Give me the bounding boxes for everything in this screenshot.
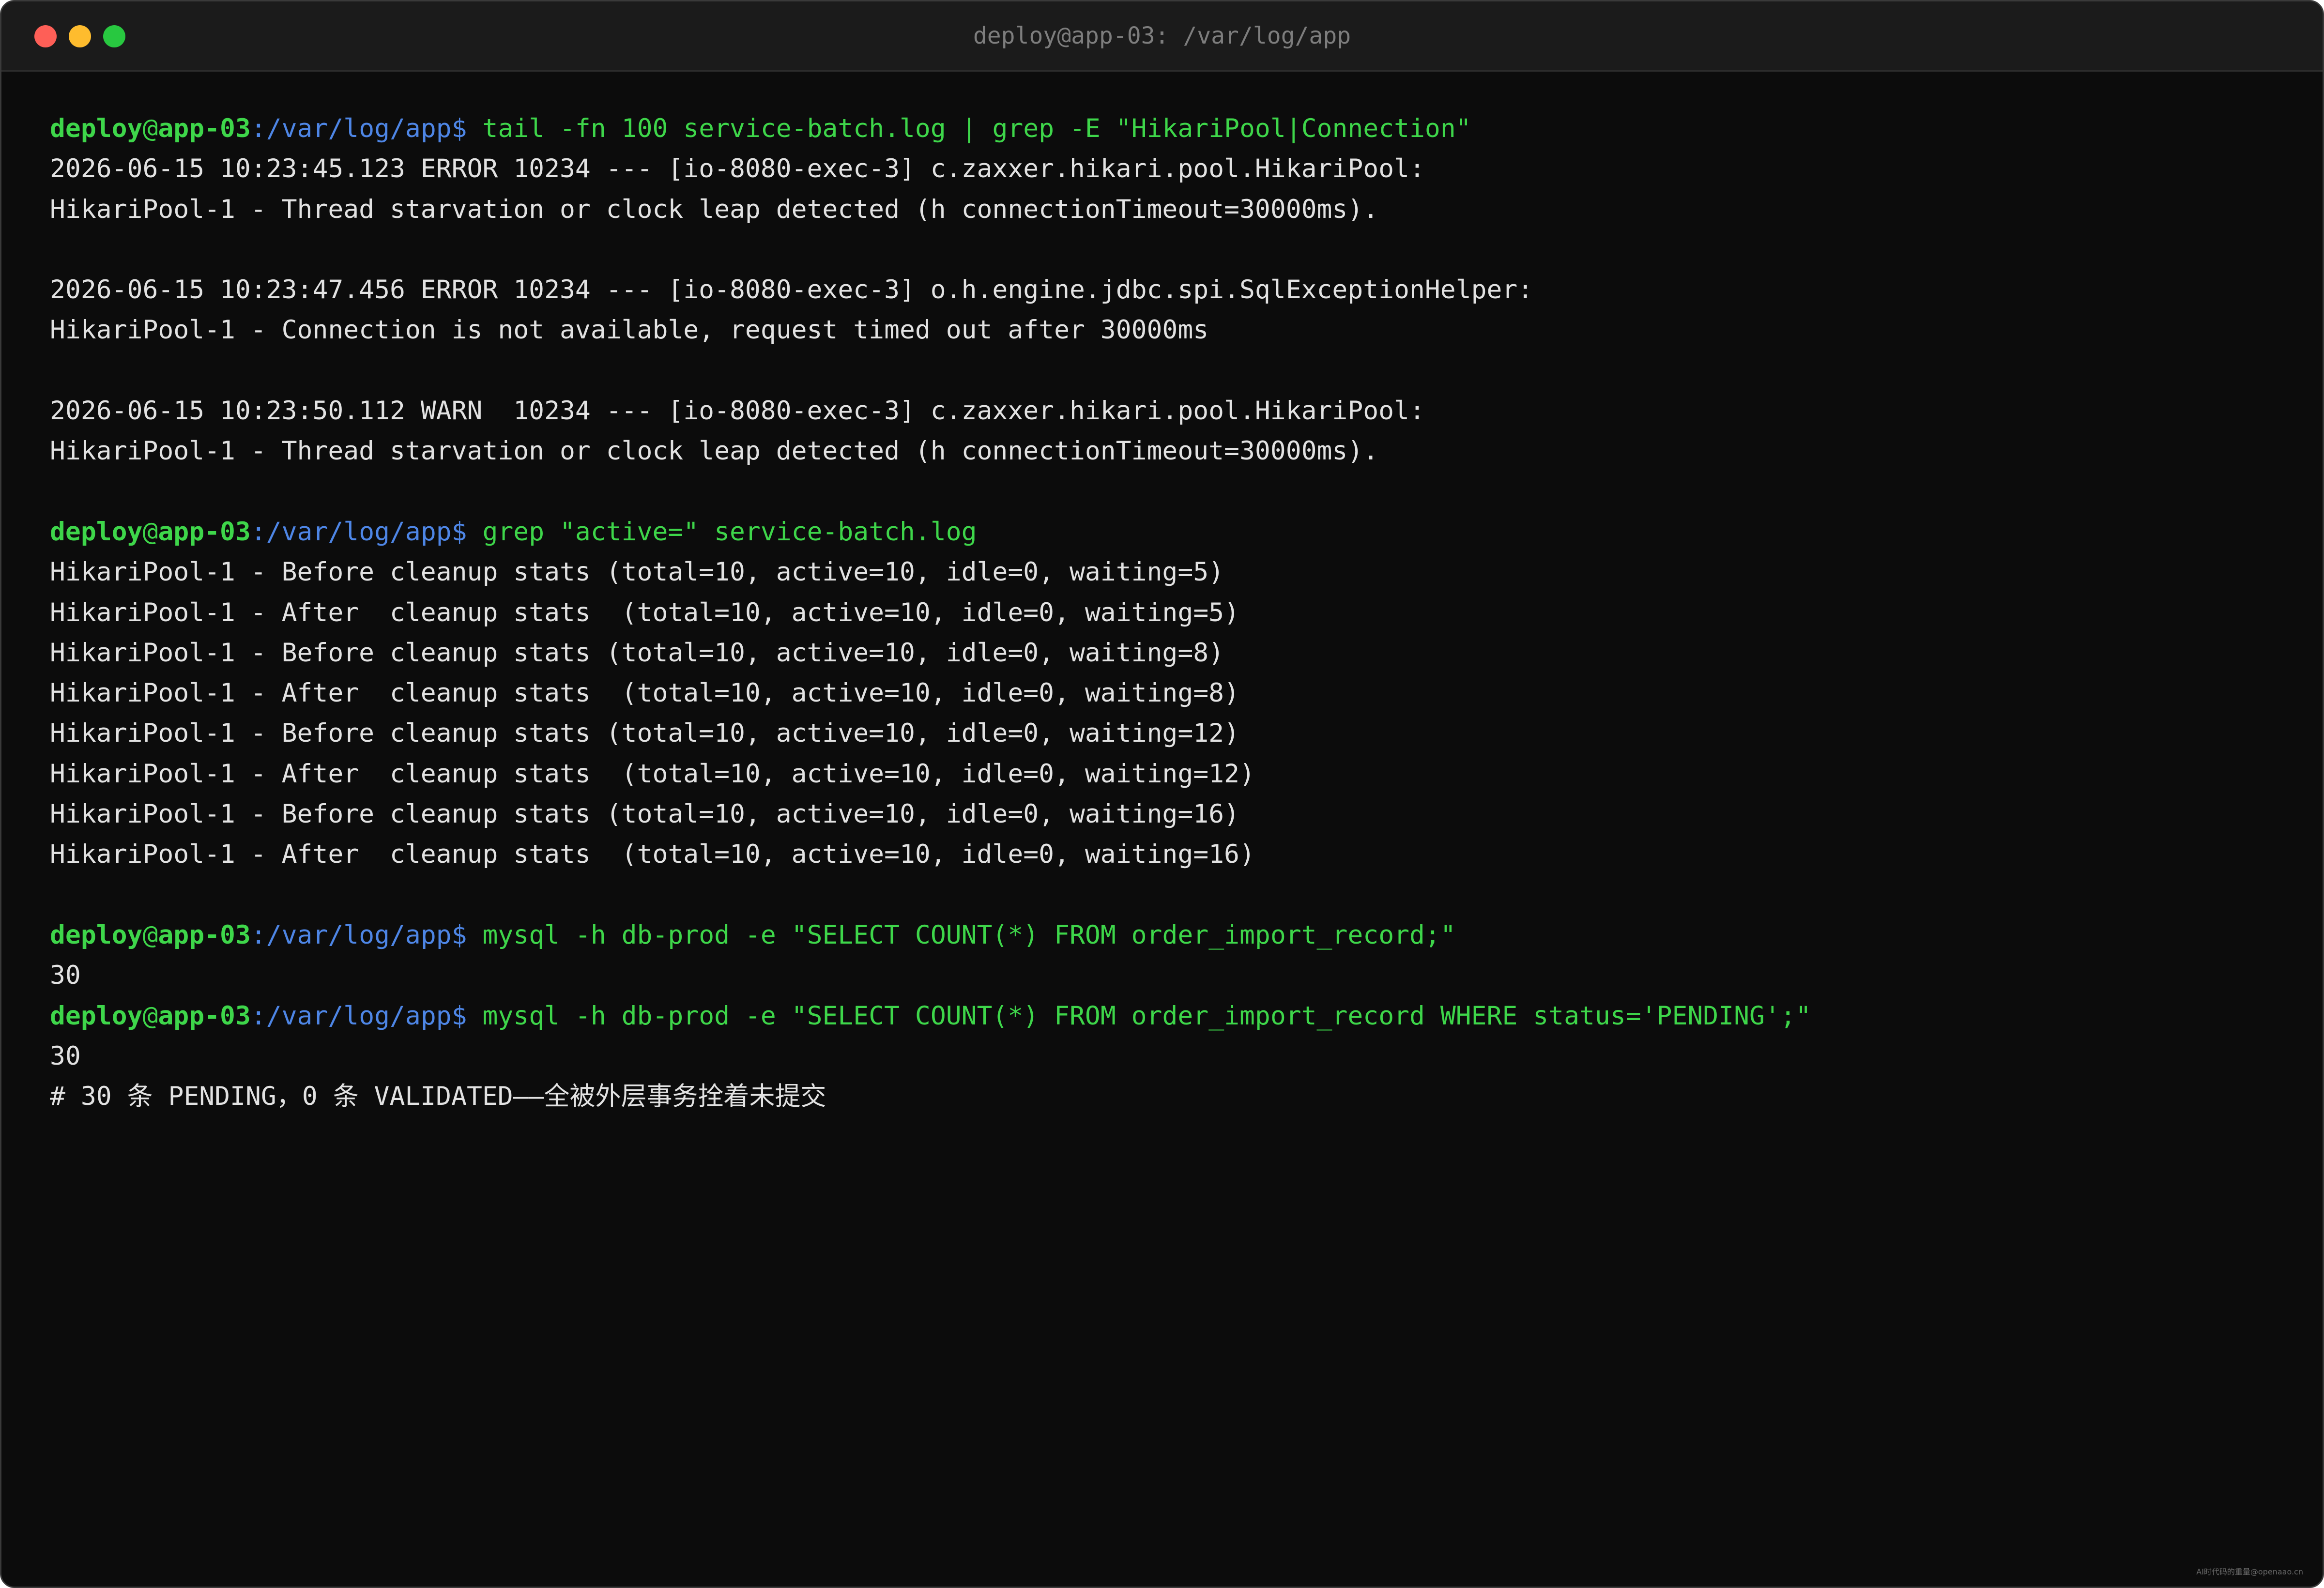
command-line: deploy@app-03:/var/log/app$ tail -fn 100… — [50, 108, 2293, 149]
prompt-symbol: $ — [451, 114, 483, 143]
prompt-symbol: $ — [451, 517, 483, 547]
output-line: 30 — [50, 1036, 2293, 1076]
output-text: HikariPool-1 - Thread starvation or cloc… — [50, 194, 1379, 224]
terminal-output[interactable]: deploy@app-03:/var/log/app$ tail -fn 100… — [50, 108, 2293, 1116]
prompt-host: app-03 — [158, 920, 251, 950]
output-text: HikariPool-1 - Thread starvation or cloc… — [50, 436, 1379, 466]
prompt-at: @ — [142, 114, 158, 143]
prompt-symbol: $ — [451, 1001, 483, 1031]
prompt-at: @ — [142, 920, 158, 950]
window-title: deploy@app-03: /var/log/app — [973, 22, 1351, 49]
output-text: HikariPool-1 - After cleanup stats (tota… — [50, 759, 1255, 789]
command-line: deploy@app-03:/var/log/app$ mysql -h db-… — [50, 915, 2293, 955]
output-line: HikariPool-1 - Before cleanup stats (tot… — [50, 713, 2293, 753]
prompt-user: deploy — [50, 114, 143, 143]
prompt-host: app-03 — [158, 1001, 251, 1031]
output-text: HikariPool-1 - After cleanup stats (tota… — [50, 678, 1239, 708]
title-bar[interactable]: deploy@app-03: /var/log/app — [1, 1, 2323, 72]
output-text: 2026-06-15 10:23:45.123 ERROR 10234 --- … — [50, 154, 1425, 184]
output-text: 30 — [50, 961, 81, 991]
output-text: HikariPool-1 - After cleanup stats (tota… — [50, 840, 1255, 870]
output-text: 30 — [50, 1041, 81, 1071]
command-text: mysql -h db-prod -e "SELECT COUNT(*) FRO… — [482, 1001, 1811, 1031]
output-line: # 30 条 PENDING，0 条 VALIDATED——全被外层事务拴着未提… — [50, 1076, 2293, 1116]
output-line: HikariPool-1 - After cleanup stats (tota… — [50, 593, 2293, 633]
output-text: HikariPool-1 - Before cleanup stats (tot… — [50, 557, 1224, 587]
output-line: HikariPool-1 - Before cleanup stats (tot… — [50, 552, 2293, 592]
prompt-symbol: $ — [451, 920, 483, 950]
output-text: HikariPool-1 - Connection is not availab… — [50, 315, 1209, 345]
output-line: HikariPool-1 - Thread starvation or cloc… — [50, 189, 2293, 229]
output-line: 2026-06-15 10:23:45.123 ERROR 10234 --- … — [50, 149, 2293, 189]
output-line: HikariPool-1 - Before cleanup stats (tot… — [50, 633, 2293, 673]
command-text: tail -fn 100 service-batch.log | grep -E… — [482, 114, 1471, 143]
output-text: HikariPool-1 - After cleanup stats (tota… — [50, 597, 1239, 627]
prompt-user: deploy — [50, 920, 143, 950]
output-text: HikariPool-1 - Before cleanup stats (tot… — [50, 638, 1224, 668]
prompt-at: @ — [142, 1001, 158, 1031]
output-text: HikariPool-1 - Before cleanup stats (tot… — [50, 799, 1239, 829]
terminal-window: deploy@app-03: /var/log/app deploy@app-0… — [0, 0, 2324, 1588]
prompt-user: deploy — [50, 517, 143, 547]
command-line: deploy@app-03:/var/log/app$ mysql -h db-… — [50, 996, 2293, 1036]
prompt-path: :/var/log/app — [250, 920, 452, 950]
prompt-path: :/var/log/app — [250, 1001, 452, 1031]
watermark: AI时代码的重量@openaao.cn — [2196, 1567, 2303, 1576]
command-line: deploy@app-03:/var/log/app$ grep "active… — [50, 512, 2293, 552]
output-line: HikariPool-1 - After cleanup stats (tota… — [50, 754, 2293, 794]
output-line: 2026-06-15 10:23:50.112 WARN 10234 --- [… — [50, 391, 2293, 431]
output-line: HikariPool-1 - After cleanup stats (tota… — [50, 673, 2293, 713]
output-text: 2026-06-15 10:23:50.112 WARN 10234 --- [… — [50, 396, 1425, 426]
prompt-host: app-03 — [158, 517, 251, 547]
output-line: 2026-06-15 10:23:47.456 ERROR 10234 --- … — [50, 270, 2293, 310]
output-line: HikariPool-1 - Before cleanup stats (tot… — [50, 794, 2293, 834]
output-text: 2026-06-15 10:23:47.456 ERROR 10234 --- … — [50, 275, 1533, 305]
prompt-at: @ — [142, 517, 158, 547]
output-line: HikariPool-1 - Connection is not availab… — [50, 310, 2293, 350]
prompt-path: :/var/log/app — [250, 114, 452, 143]
prompt-user: deploy — [50, 1001, 143, 1031]
prompt-path: :/var/log/app — [250, 517, 452, 547]
output-line: 30 — [50, 955, 2293, 995]
command-text: grep "active=" service-batch.log — [482, 517, 977, 547]
command-text: mysql -h db-prod -e "SELECT COUNT(*) FRO… — [482, 920, 1456, 950]
output-text: # 30 条 PENDING，0 条 VALIDATED——全被外层事务拴着未提… — [50, 1082, 826, 1112]
output-line: HikariPool-1 - After cleanup stats (tota… — [50, 834, 2293, 874]
output-text: HikariPool-1 - Before cleanup stats (tot… — [50, 718, 1239, 748]
output-line: HikariPool-1 - Thread starvation or cloc… — [50, 431, 2293, 471]
prompt-host: app-03 — [158, 114, 251, 143]
